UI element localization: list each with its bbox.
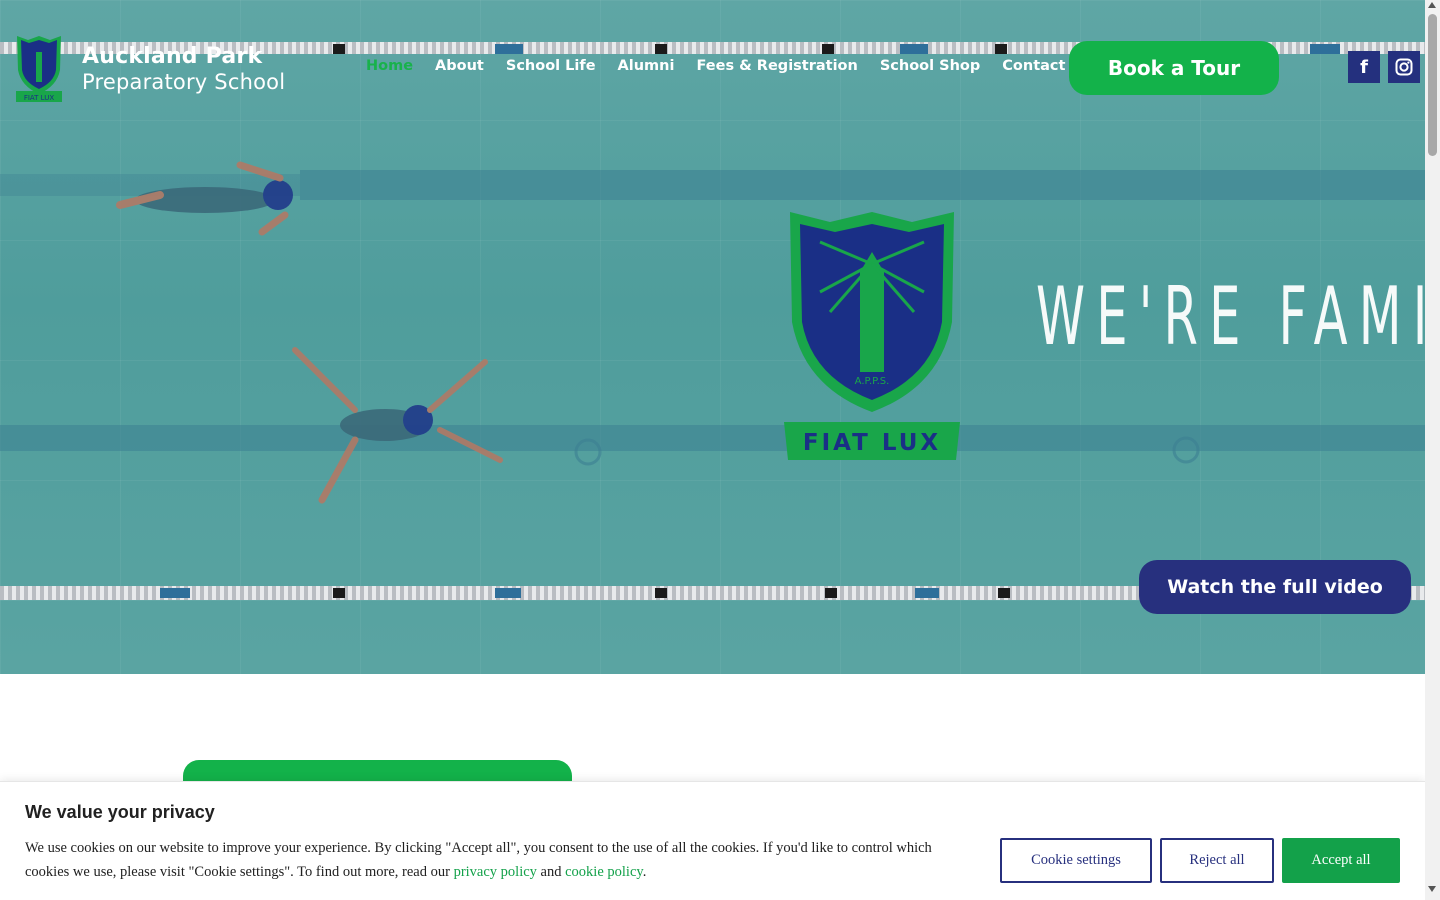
instagram-link[interactable] [1388, 51, 1420, 83]
brand-name[interactable]: Auckland Park Preparatory School [82, 44, 285, 94]
cookie-banner: We value your privacy We use cookies on … [0, 781, 1425, 900]
cookie-settings-button[interactable]: Cookie settings [1000, 838, 1152, 883]
reject-all-button[interactable]: Reject all [1160, 838, 1274, 883]
scroll-up-icon[interactable] [1428, 2, 1436, 8]
nav-school-life[interactable]: School Life [506, 58, 596, 74]
nav-fees-registration[interactable]: Fees & Registration [696, 58, 857, 74]
accept-all-button[interactable]: Accept all [1282, 838, 1400, 883]
hero-tagline: WE'RE FAMILY [1036, 270, 1425, 363]
cookie-text: We use cookies on our website to improve… [25, 836, 965, 884]
main-nav: Home About School Life Alumni Fees & Reg… [366, 58, 1091, 74]
brand-line2: Preparatory School [82, 70, 286, 94]
cookie-text-end: . [642, 864, 647, 880]
cookie-policy-link[interactable]: cookie policy [565, 864, 643, 880]
page-scrollbar[interactable] [1425, 0, 1440, 900]
book-tour-button[interactable]: Book a Tour [1069, 41, 1279, 95]
facebook-icon: f [1360, 56, 1368, 78]
cookie-title: We value your privacy [25, 802, 215, 822]
nav-home[interactable]: Home [366, 58, 413, 74]
brand-line1: Auckland Park [82, 44, 263, 69]
facebook-link[interactable]: f [1348, 51, 1380, 83]
instagram-icon [1395, 58, 1413, 76]
hero-banner: A.P.P.S. FIAT LUX FIAT LUX Auckland Park… [0, 0, 1425, 674]
nav-school-shop[interactable]: School Shop [880, 58, 980, 74]
logo-banner-text: FIAT LUX [24, 94, 55, 102]
privacy-policy-link[interactable]: privacy policy [454, 864, 537, 880]
school-logo[interactable]: FIAT LUX [14, 34, 64, 104]
crest-banner-text: FIAT LUX [803, 430, 941, 456]
cookie-text-and: and [536, 864, 566, 880]
crest-initials: A.P.P.S. [855, 376, 890, 387]
school-crest-large: A.P.P.S. FIAT LUX [784, 212, 960, 460]
nav-alumni[interactable]: Alumni [618, 58, 675, 74]
scroll-thumb[interactable] [1428, 14, 1437, 156]
scroll-down-icon[interactable] [1428, 886, 1436, 892]
nav-about[interactable]: About [435, 58, 484, 74]
watch-video-button[interactable]: Watch the full video [1139, 560, 1411, 614]
